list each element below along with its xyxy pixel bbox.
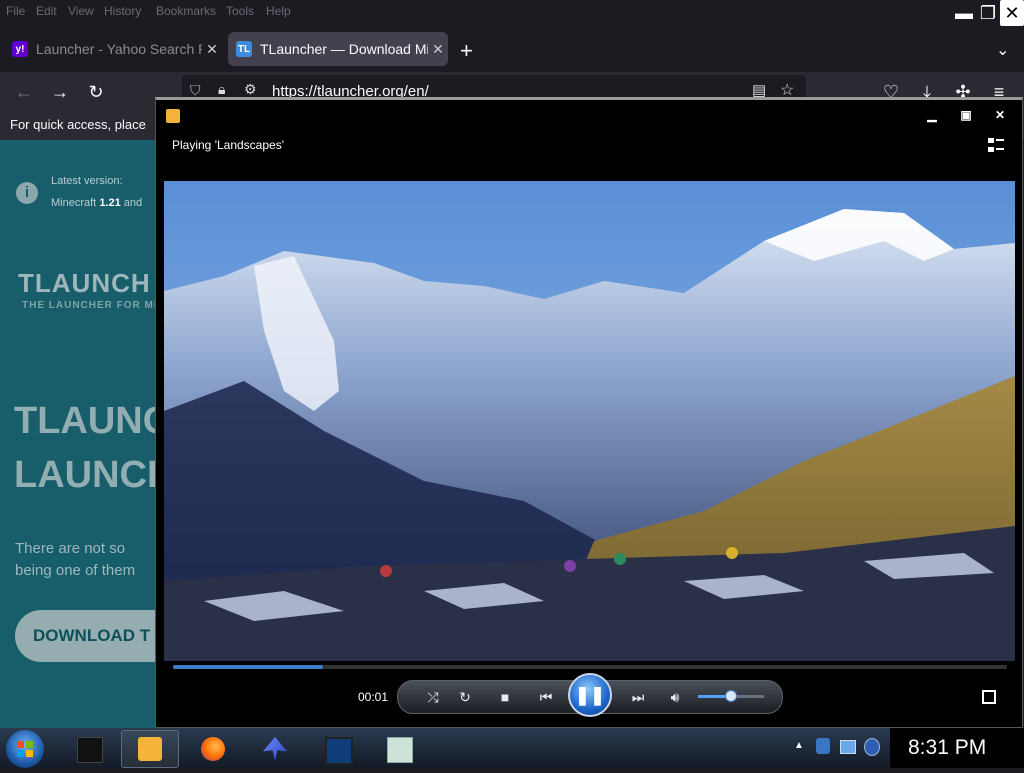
list-tabs-chevron-down-icon[interactable]: ⌄: [996, 40, 1009, 60]
tab-strip: y! Launcher - Yahoo Search R ✕ TL TLaunc…: [0, 28, 1024, 72]
seek-bar[interactable]: [173, 665, 1007, 669]
restore-icon[interactable]: ❐: [976, 0, 1000, 26]
menu-bar: File Edit View History Bookmarks Tools H…: [0, 0, 1024, 24]
taskbar-item-screen[interactable]: [308, 730, 366, 768]
media-player-icon: [138, 737, 162, 761]
clock-time: 8:31 PM: [908, 736, 987, 759]
menu-tools[interactable]: Tools: [226, 4, 254, 18]
stop-icon[interactable]: ■: [494, 687, 516, 707]
show-hidden-icons-icon[interactable]: ▲: [794, 740, 804, 751]
tlauncher-favicon-icon: TL: [236, 41, 252, 57]
reload-icon[interactable]: ↻: [85, 81, 107, 103]
menu-help[interactable]: Help: [266, 4, 291, 18]
forward-icon[interactable]: →: [49, 81, 71, 103]
contact-card-icon: [387, 737, 413, 763]
elapsed-time: 00:01: [358, 690, 389, 704]
bookmarks-hint: For quick access, place: [10, 117, 146, 132]
seek-progress: [173, 665, 324, 669]
switch-to-full-mode-icon[interactable]: [982, 690, 996, 704]
tab-title: Launcher - Yahoo Search R: [36, 41, 202, 57]
pause-icon: ❚❚: [574, 685, 606, 705]
lock-icon[interactable]: 🔒︎: [218, 81, 225, 98]
screen-icon: [325, 737, 353, 765]
tab-yahoo[interactable]: y! Launcher - Yahoo Search R ✕: [4, 32, 222, 66]
player-window-controls: ▁ ▣ ✕: [922, 108, 1010, 122]
tab-close-icon[interactable]: ✕: [202, 41, 222, 58]
network-icon[interactable]: [840, 740, 856, 754]
menu-view[interactable]: View: [68, 4, 94, 18]
back-icon[interactable]: ←: [13, 81, 35, 103]
shuffle-icon[interactable]: ⤮: [422, 687, 444, 707]
latest-version-text: Minecraft 1.21 and: [51, 197, 143, 209]
media-player-window: ▁ ▣ ✕ Playing 'Landscapes' 00:01 ⤮ ↻ ■ ⏮…: [155, 97, 1023, 728]
next-icon[interactable]: ⏭: [618, 687, 658, 707]
hero-heading-line1: TLAUNC: [14, 400, 160, 442]
taskbar-item-firefox[interactable]: [184, 730, 242, 768]
menu-file[interactable]: File: [6, 4, 25, 18]
tray-shield-icon[interactable]: [864, 738, 880, 756]
hero-heading-line2: LAUNCH: [14, 454, 160, 496]
repeat-icon[interactable]: ↻: [454, 687, 476, 707]
pause-button[interactable]: ❚❚: [568, 673, 612, 717]
video-frame[interactable]: [164, 181, 1015, 661]
now-playing-status: Playing 'Landscapes': [172, 138, 284, 152]
hero-text-line1: There are not so: [15, 540, 126, 557]
clock[interactable]: 8:31 PM: [890, 728, 1024, 768]
menu-edit[interactable]: Edit: [36, 4, 57, 18]
bird-app-icon: [263, 737, 287, 761]
taskbar-item-media-player[interactable]: [121, 730, 179, 768]
download-button[interactable]: DOWNLOAD T: [15, 610, 160, 662]
previous-icon[interactable]: ⏮: [526, 687, 566, 707]
latest-version-label: Latest version:: [51, 175, 123, 187]
tab-title: TLauncher — Download Mi: [260, 41, 428, 57]
firefox-icon: [201, 737, 225, 761]
system-tray: ▲: [790, 728, 890, 768]
volume-icon[interactable]: 🔊︎: [664, 687, 686, 707]
volume-slider[interactable]: [698, 690, 764, 702]
close-icon[interactable]: ✕: [1000, 0, 1024, 26]
terminal-icon: [77, 737, 103, 763]
website-content: i Latest version: Minecraft 1.21 and TLA…: [0, 140, 160, 728]
permissions-icon[interactable]: ⚙: [244, 81, 257, 98]
player-close-icon[interactable]: ✕: [990, 108, 1010, 122]
hero-text-line2: being one of them: [15, 562, 136, 579]
taskbar-item-terminal[interactable]: [60, 730, 118, 768]
menu-history[interactable]: History: [104, 4, 141, 18]
taskbar: ▲ 8:31 PM: [0, 728, 1024, 768]
minimize-icon[interactable]: ▬: [952, 0, 976, 26]
tab-tlauncher[interactable]: TL TLauncher — Download Mi ✕: [228, 32, 448, 66]
tab-close-icon[interactable]: ✕: [428, 41, 448, 58]
player-minimize-icon[interactable]: ▁: [922, 108, 942, 122]
tray-app-icon[interactable]: [816, 738, 830, 754]
volume-handle[interactable]: [725, 690, 737, 702]
player-maximize-icon[interactable]: ▣: [956, 108, 976, 122]
taskbar-item-bird-app[interactable]: [246, 730, 304, 768]
start-button-windows-icon[interactable]: [6, 730, 44, 768]
switch-to-library-icon[interactable]: [986, 136, 1006, 154]
site-logo[interactable]: TLAUNCH: [18, 268, 151, 299]
new-tab-icon[interactable]: +: [460, 38, 473, 64]
window-controls: ▬ ❐ ✕: [952, 0, 1024, 28]
info-icon: i: [16, 182, 38, 204]
taskbar-item-contact[interactable]: [370, 730, 428, 768]
media-player-logo-icon: [166, 109, 180, 123]
playback-controls: ⤮ ↻ ■ ⏮ ❚❚ ⏭ 🔊︎: [397, 673, 783, 717]
yahoo-favicon-icon: y!: [12, 41, 28, 57]
site-logo-subtitle: THE LAUNCHER FOR MI: [22, 300, 158, 311]
menu-bookmarks[interactable]: Bookmarks: [156, 4, 216, 18]
